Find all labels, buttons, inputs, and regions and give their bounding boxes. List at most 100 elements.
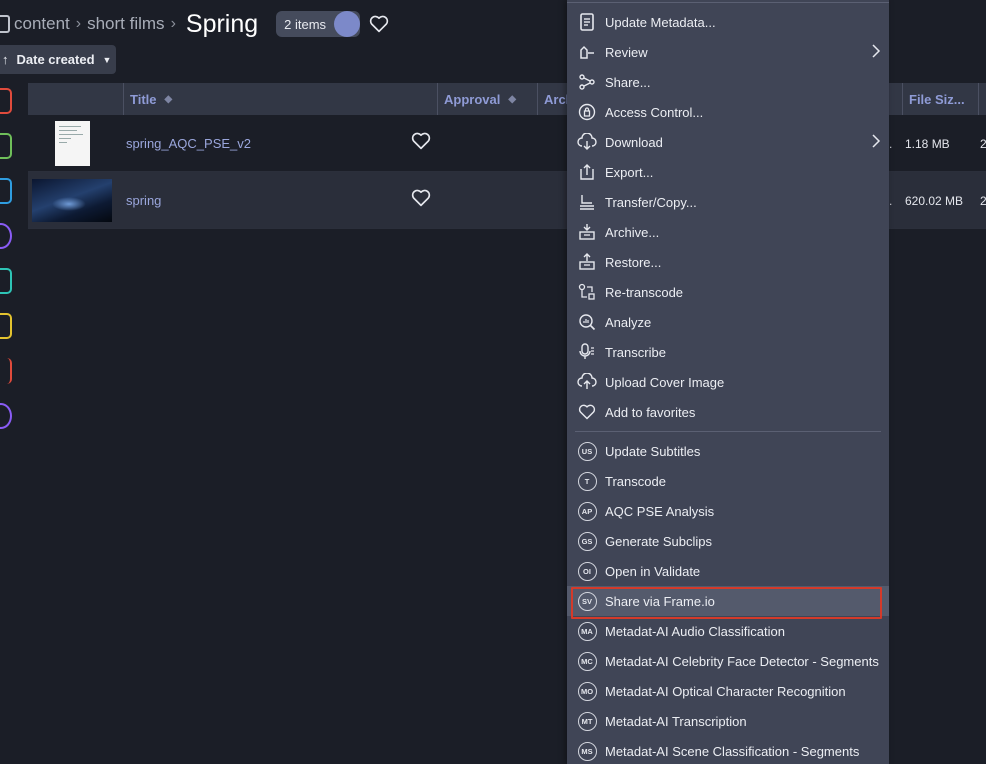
- truncated-cell: .: [889, 136, 893, 151]
- menu-item-add-to-favorites[interactable]: Add to favorites: [567, 397, 889, 427]
- rail-info-icon[interactable]: [0, 403, 12, 429]
- sort-icon: ◆: [508, 93, 517, 105]
- menu-item-label: Share via Frame.io: [605, 593, 715, 609]
- breadcrumb-content[interactable]: content: [14, 14, 70, 34]
- menu-item-upload-cover-image[interactable]: Upload Cover Image: [567, 367, 889, 397]
- breadcrumb-short-films[interactable]: short films: [87, 14, 164, 34]
- menu-item-transcode[interactable]: T Transcode: [567, 466, 889, 496]
- menu-item-label: Generate Subclips: [605, 533, 712, 549]
- column-header-approval[interactable]: Approval ◆: [437, 83, 537, 115]
- menu-item-scene-classification[interactable]: MS Metadat-AI Scene Classification - Seg…: [567, 736, 889, 764]
- cloud-download-icon: [577, 132, 597, 152]
- menu-item-generate-subclips[interactable]: GS Generate Subclips: [567, 526, 889, 556]
- edit-document-icon: [577, 12, 597, 32]
- menu-item-label: Metadat-AI Celebrity Face Detector - Seg…: [605, 653, 879, 669]
- menu-item-update-metadata[interactable]: Update Metadata...: [567, 7, 889, 37]
- menu-item-label: Analyze: [605, 314, 652, 330]
- favorite-heart-icon[interactable]: [411, 189, 433, 211]
- menu-item-transcription[interactable]: MT Metadat-AI Transcription: [567, 706, 889, 736]
- row-title[interactable]: spring: [126, 172, 161, 229]
- rail-filter-icon[interactable]: [0, 88, 12, 114]
- menu-item-transcribe[interactable]: Transcribe: [567, 337, 889, 367]
- video-thumbnail: [32, 179, 112, 222]
- menu-item-label: AQC PSE Analysis: [605, 503, 715, 519]
- row-file-size: 1.18 MB: [905, 136, 950, 151]
- workflow-badge-icon: MS: [577, 741, 597, 761]
- favorite-heart-icon[interactable]: [368, 13, 390, 35]
- menu-item-label: Open in Validate: [605, 563, 701, 579]
- rail-trash-icon[interactable]: [0, 178, 12, 204]
- menu-item-label: Archive...: [605, 224, 660, 240]
- menu-item-access-control[interactable]: Access Control...: [567, 97, 889, 127]
- menu-item-aqc-pse-analysis[interactable]: AP AQC PSE Analysis: [567, 496, 889, 526]
- menu-item-audio-classification[interactable]: MA Metadat-AI Audio Classification: [567, 616, 889, 646]
- rail-folder-icon[interactable]: [0, 313, 12, 339]
- row-title[interactable]: spring_AQC_PSE_v2: [126, 115, 251, 172]
- menu-item-share[interactable]: Share...: [567, 67, 889, 97]
- breadcrumb: content › short films › Spring 2 items: [0, 6, 390, 42]
- workflow-badge-icon: OI: [577, 561, 597, 581]
- menu-item-re-transcode[interactable]: Re-transcode: [567, 277, 889, 307]
- transfer-icon: [577, 192, 597, 212]
- menu-item-update-subtitles[interactable]: US Update Subtitles: [567, 436, 889, 466]
- sort-button[interactable]: ↑ Date created ▼: [0, 45, 116, 74]
- menu-item-share-via-frameio[interactable]: SV Share via Frame.io: [567, 586, 889, 619]
- menu-item-archive[interactable]: Archive...: [567, 217, 889, 247]
- menu-item-label: Update Metadata...: [605, 14, 716, 30]
- menu-divider: [567, 2, 889, 3]
- rail-clock-icon[interactable]: [0, 223, 12, 249]
- menu-item-celebrity-face-detector[interactable]: MC Metadat-AI Celebrity Face Detector - …: [567, 646, 889, 676]
- caret-down-icon: ▼: [102, 54, 112, 65]
- menu-item-label: Review: [605, 44, 648, 60]
- menu-item-analyze[interactable]: Analyze: [567, 307, 889, 337]
- rail-link-icon[interactable]: [0, 358, 12, 384]
- menu-item-label: Upload Cover Image: [605, 374, 725, 390]
- toggle-knob[interactable]: [334, 11, 361, 37]
- menu-item-label: Transcribe: [605, 344, 666, 360]
- cloud-upload-icon: [577, 372, 597, 392]
- menu-item-review[interactable]: Review: [567, 37, 889, 67]
- menu-item-restore[interactable]: Restore...: [567, 247, 889, 277]
- workflow-badge-icon: SV: [577, 591, 597, 611]
- row-file-size: 620.02 MB: [905, 193, 964, 208]
- menu-item-export[interactable]: Export...: [567, 157, 889, 187]
- workflow-badge-icon: MA: [577, 621, 597, 641]
- folder-edge-icon: [0, 15, 10, 33]
- left-rail: [0, 88, 14, 448]
- column-approval-label: Approval: [444, 91, 501, 107]
- review-icon: [577, 42, 597, 62]
- sort-label: Date created: [16, 52, 95, 67]
- favorite-heart-icon[interactable]: [411, 132, 433, 154]
- chevron-right-icon: ›: [170, 15, 176, 32]
- column-header-title[interactable]: Title ◆: [123, 83, 435, 115]
- menu-item-open-in-validate[interactable]: OI Open in Validate: [567, 556, 889, 586]
- item-count-badge: 2 items: [276, 11, 361, 37]
- sort-arrow-icon: ↑: [2, 52, 9, 67]
- chevron-right-icon: ›: [75, 15, 82, 32]
- menu-item-transfer-copy[interactable]: Transfer/Copy...: [567, 187, 889, 217]
- rail-calendar-icon[interactable]: [0, 133, 12, 159]
- analyze-icon: [577, 312, 597, 332]
- menu-item-ocr[interactable]: MO Metadat-AI Optical Character Recognit…: [567, 676, 889, 706]
- truncated-cell: .: [889, 193, 893, 208]
- restore-icon: [577, 252, 597, 272]
- chevron-right-icon: [871, 43, 881, 62]
- rail-document-icon[interactable]: [0, 268, 12, 294]
- menu-item-download[interactable]: Download: [567, 127, 889, 157]
- workflow-badge-icon: MO: [577, 681, 597, 701]
- row-extra: 2: [980, 193, 986, 208]
- workflow-badge-icon: MC: [577, 651, 597, 671]
- column-header-file-size[interactable]: File Siz...: [902, 83, 978, 115]
- menu-item-label: Metadat-AI Audio Classification: [605, 623, 785, 639]
- chevron-right-icon: [871, 133, 881, 152]
- menu-item-label: Metadat-AI Transcription: [605, 713, 747, 729]
- column-header-more[interactable]: [978, 83, 986, 115]
- export-icon: [577, 162, 597, 182]
- heart-icon: [577, 402, 597, 422]
- row-extra: 2: [980, 136, 986, 151]
- column-file-size-label: File Siz...: [909, 91, 965, 107]
- document-thumbnail: [55, 121, 90, 166]
- menu-item-label: Metadat-AI Scene Classification - Segmen…: [605, 743, 860, 759]
- item-count-label: 2 items: [284, 16, 327, 32]
- menu-item-label: Metadat-AI Optical Character Recognition: [605, 683, 846, 699]
